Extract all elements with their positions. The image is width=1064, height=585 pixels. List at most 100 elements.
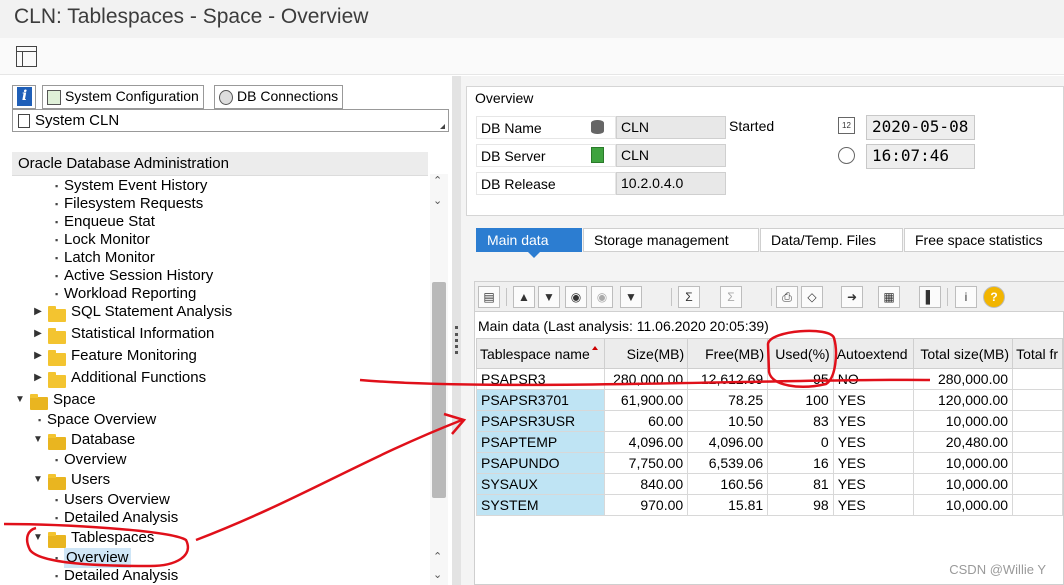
tree-item-space-overview[interactable]: Space Overview: [38, 410, 156, 430]
column-header-free[interactable]: Free(MB): [687, 338, 769, 369]
expand-chevron-icon[interactable]: ▶: [32, 350, 44, 361]
autoextend-cell[interactable]: YES: [832, 494, 914, 516]
autoextend-cell[interactable]: YES: [832, 452, 914, 474]
table-row[interactable]: PSAPUNDO 7,750.00 6,539.06 16 YES 10,000…: [476, 452, 1063, 474]
subtotal-icon[interactable]: Σ: [720, 286, 742, 308]
expand-chevron-icon[interactable]: ▶: [32, 306, 44, 317]
scroll-up-icon[interactable]: ⌃: [433, 174, 442, 187]
graphic-icon[interactable]: ▌: [919, 286, 941, 308]
expand-chevron-icon[interactable]: ▶: [32, 328, 44, 339]
used-cell[interactable]: 0: [767, 431, 834, 453]
collapse-chevron-icon[interactable]: ▼: [32, 532, 44, 543]
used-cell[interactable]: 100: [767, 389, 834, 411]
size-cell[interactable]: 840.00: [603, 473, 689, 495]
tree-item-statistical-information[interactable]: Statistical Information: [71, 324, 214, 344]
used-cell[interactable]: 83: [767, 410, 834, 432]
find-icon[interactable]: ◉: [565, 286, 587, 308]
panel-splitter[interactable]: [452, 76, 461, 585]
find-next-icon[interactable]: ◉: [591, 286, 613, 308]
total-free-cell[interactable]: [1012, 473, 1063, 495]
table-row[interactable]: SYSAUX 840.00 160.56 81 YES 10,000.00: [476, 473, 1063, 495]
column-header-used[interactable]: Used(%): [767, 338, 834, 369]
column-header-total-free[interactable]: Total fr: [1012, 338, 1063, 369]
information-icon[interactable]: i: [955, 286, 977, 308]
column-header-size[interactable]: Size(MB): [603, 338, 689, 369]
tablespace-name-cell[interactable]: PSAPSR3: [476, 368, 605, 390]
free-cell[interactable]: 160.56: [687, 473, 769, 495]
sum-icon[interactable]: Σ: [678, 286, 700, 308]
tree-item-additional-functions[interactable]: Additional Functions: [71, 368, 206, 388]
total-free-cell[interactable]: [1012, 431, 1063, 453]
total-free-cell[interactable]: [1012, 494, 1063, 516]
tree-item-users[interactable]: Users: [71, 470, 110, 490]
export-icon[interactable]: ➜: [841, 286, 863, 308]
layout-icon[interactable]: ▦: [878, 286, 900, 308]
total-free-cell[interactable]: [1012, 410, 1063, 432]
size-cell[interactable]: 61,900.00: [603, 389, 689, 411]
system-configuration-button[interactable]: System Configuration: [42, 85, 204, 109]
system-selector[interactable]: System CLN: [12, 109, 449, 132]
total-size-cell[interactable]: 20,480.00: [912, 431, 1014, 453]
tablespace-name-cell[interactable]: PSAPSR3USR: [476, 410, 605, 432]
free-cell[interactable]: 4,096.00: [687, 431, 769, 453]
tablespace-name-cell[interactable]: PSAPTEMP: [476, 431, 605, 453]
tree-item-tablespaces-overview[interactable]: Overview: [55, 548, 131, 568]
autoextend-cell[interactable]: NO: [832, 368, 914, 390]
tree-item-lock-monitor[interactable]: Lock Monitor: [55, 230, 150, 250]
tree-item-users-overview[interactable]: Users Overview: [55, 490, 170, 510]
tree-item-workload-reporting[interactable]: Workload Reporting: [55, 284, 196, 304]
splitter-grip-icon[interactable]: [455, 326, 458, 354]
tree-item-tablespaces-detailed-analysis[interactable]: Detailed Analysis: [55, 566, 178, 585]
tree-item-database[interactable]: Database: [71, 430, 135, 450]
used-cell[interactable]: 81: [767, 473, 834, 495]
sort-descending-icon[interactable]: ▼: [538, 286, 560, 308]
autoextend-cell[interactable]: YES: [832, 410, 914, 432]
size-cell[interactable]: 280,000.00: [603, 368, 689, 390]
free-cell[interactable]: 10.50: [687, 410, 769, 432]
size-cell[interactable]: 60.00: [603, 410, 689, 432]
tablespace-name-cell[interactable]: SYSAUX: [476, 473, 605, 495]
size-cell[interactable]: 4,096.00: [603, 431, 689, 453]
filter-icon[interactable]: ▼: [620, 286, 642, 308]
size-cell[interactable]: 7,750.00: [603, 452, 689, 474]
table-row[interactable]: PSAPSR3701 61,900.00 78.25 100 YES 120,0…: [476, 389, 1063, 411]
sort-ascending-icon[interactable]: ▲: [513, 286, 535, 308]
autoextend-cell[interactable]: YES: [832, 389, 914, 411]
total-size-cell[interactable]: 10,000.00: [912, 473, 1014, 495]
db-release-field[interactable]: 10.2.0.4.0: [616, 172, 726, 195]
free-cell[interactable]: 12,612.69: [687, 368, 769, 390]
column-header-tablespace-name[interactable]: Tablespace name: [476, 338, 605, 369]
collapse-chevron-icon[interactable]: ▼: [32, 434, 44, 445]
tree-item-database-overview[interactable]: Overview: [55, 450, 126, 470]
tree-scrollbar[interactable]: ⌃ ⌄ ⌃ ⌄: [430, 174, 448, 585]
total-size-cell[interactable]: 10,000.00: [912, 452, 1014, 474]
views-icon[interactable]: ◇: [801, 286, 823, 308]
tab-storage-management[interactable]: Storage management: [583, 228, 759, 252]
db-server-field[interactable]: CLN: [616, 144, 726, 167]
autoextend-cell[interactable]: YES: [832, 431, 914, 453]
started-time-field[interactable]: 16:07:46: [866, 144, 975, 169]
tree-item-space[interactable]: Space: [53, 390, 96, 410]
scroll-down-icon[interactable]: ⌄: [433, 194, 442, 207]
table-row[interactable]: PSAPSR3 280,000.00 12,612.69 95 NO 280,0…: [476, 368, 1063, 390]
expand-chevron-icon[interactable]: ▶: [32, 372, 44, 383]
started-date-field[interactable]: 2020-05-08: [866, 115, 975, 140]
total-free-cell[interactable]: [1012, 368, 1063, 390]
used-cell[interactable]: 98: [767, 494, 834, 516]
print-icon[interactable]: ⎙: [776, 286, 798, 308]
tree-item-feature-monitoring[interactable]: Feature Monitoring: [71, 346, 197, 366]
tab-free-space-statistics[interactable]: Free space statistics: [904, 228, 1064, 252]
used-cell[interactable]: 95: [767, 368, 834, 390]
total-size-cell[interactable]: 10,000.00: [912, 410, 1014, 432]
scroll-up-icon[interactable]: ⌃: [433, 550, 442, 563]
total-size-cell[interactable]: 10,000.00: [912, 494, 1014, 516]
tablespace-name-cell[interactable]: PSAPSR3701: [476, 389, 605, 411]
table-row[interactable]: PSAPTEMP 4,096.00 4,096.00 0 YES 20,480.…: [476, 431, 1063, 453]
tree-item-system-event-history[interactable]: System Event History: [55, 176, 207, 196]
total-free-cell[interactable]: [1012, 452, 1063, 474]
column-header-total-size[interactable]: Total size(MB): [912, 338, 1014, 369]
collapse-chevron-icon[interactable]: ▼: [14, 394, 26, 405]
collapse-chevron-icon[interactable]: ▼: [32, 474, 44, 485]
scroll-down-icon[interactable]: ⌄: [433, 568, 442, 581]
tab-data-temp-files[interactable]: Data/Temp. Files: [760, 228, 903, 252]
